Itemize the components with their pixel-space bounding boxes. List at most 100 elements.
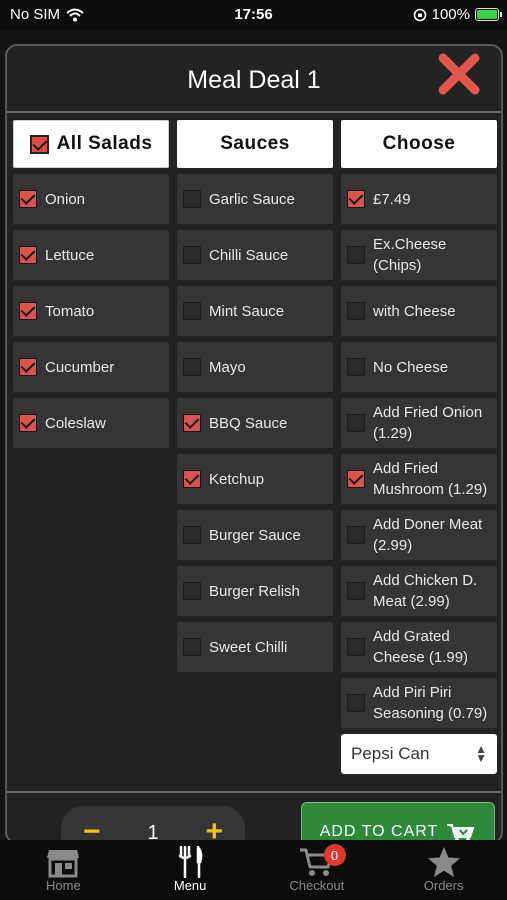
sauces-checkbox[interactable] xyxy=(183,638,201,656)
choose-option-add-doner-meat-2-99[interactable]: Add Doner Meat (2.99) xyxy=(341,510,497,560)
salads-option-label: Lettuce xyxy=(45,246,95,264)
cart-count-badge: 0 xyxy=(323,844,346,866)
choose-option-label: Add Doner Meat (2.99) xyxy=(373,516,483,554)
choose-checkbox[interactable] xyxy=(347,526,365,544)
tab-checkout[interactable]: 0 Checkout xyxy=(254,840,381,900)
choose-checkbox[interactable] xyxy=(347,582,365,600)
choose-checkbox[interactable] xyxy=(347,358,365,376)
salads-option-coleslaw[interactable]: Coleslaw xyxy=(13,398,169,448)
choose-option-label: Add Piri Piri Seasoning (0.79) xyxy=(373,684,488,722)
choose-checkbox[interactable] xyxy=(347,638,365,656)
choose-header-label: Choose xyxy=(382,133,456,154)
status-bar: No SIM 17:56 100% xyxy=(0,0,507,30)
sauces-option-label: Ketchup xyxy=(209,470,265,488)
choose-checkbox[interactable] xyxy=(347,190,365,208)
choose-option-label: No Cheese xyxy=(373,358,449,376)
sauces-checkbox[interactable] xyxy=(183,414,201,432)
sauces-option-label: Burger Relish xyxy=(209,582,300,600)
sauces-checkbox[interactable] xyxy=(183,246,201,264)
sauces-checkbox[interactable] xyxy=(183,190,201,208)
choose-option-add-fried-onion-1-29[interactable]: Add Fried Onion (1.29) xyxy=(341,398,497,448)
salads-option-lettuce[interactable]: Lettuce xyxy=(13,230,169,280)
sauces-option-label: Sweet Chilli xyxy=(209,638,288,656)
sauces-option-burger-relish[interactable]: Burger Relish xyxy=(177,566,333,616)
tab-orders[interactable]: Orders xyxy=(380,840,507,900)
quantity-stepper: − 1 + xyxy=(61,806,245,842)
choose-option-label: Add Grated Cheese (1.99) xyxy=(373,628,469,666)
sauces-option-mayo[interactable]: Mayo xyxy=(177,342,333,392)
salads-option-label: Tomato xyxy=(45,302,95,320)
sauces-option-label: Garlic Sauce xyxy=(209,190,295,208)
choose-option-ex-cheese-chips[interactable]: Ex.Cheese (Chips) xyxy=(341,230,497,280)
salads-checkbox[interactable] xyxy=(19,190,37,208)
sauces-header: Sauces xyxy=(177,120,333,168)
choose-option-no-cheese[interactable]: No Cheese xyxy=(341,342,497,392)
sauces-header-label: Sauces xyxy=(220,133,290,154)
modal-title: Meal Deal 1 xyxy=(187,66,321,94)
select-chevron-icon: ▲ ▼ xyxy=(475,742,487,765)
all-salads-checkbox[interactable] xyxy=(29,134,49,154)
sauces-option-label: Chilli Sauce xyxy=(209,246,289,264)
close-icon[interactable] xyxy=(437,52,481,96)
choose-checkbox[interactable] xyxy=(347,246,365,264)
choose-option-add-fried-mushroom-1-29[interactable]: Add Fried Mushroom (1.29) xyxy=(341,454,497,504)
sauces-option-label: Burger Sauce xyxy=(209,526,301,544)
choose-checkbox[interactable] xyxy=(347,694,365,712)
battery-icon xyxy=(475,8,502,21)
choose-checkbox[interactable] xyxy=(347,470,365,488)
sauces-option-label: Mint Sauce xyxy=(209,302,285,320)
salads-checkbox[interactable] xyxy=(19,358,37,376)
sauces-option-chilli-sauce[interactable]: Chilli Sauce xyxy=(177,230,333,280)
salads-option-tomato[interactable]: Tomato xyxy=(13,286,169,336)
choose-checkbox[interactable] xyxy=(347,302,365,320)
sauces-option-bbq-sauce[interactable]: BBQ Sauce xyxy=(177,398,333,448)
sauces-option-label: BBQ Sauce xyxy=(209,414,288,432)
header-divider xyxy=(7,111,501,113)
footer-divider xyxy=(7,791,501,793)
sauces-option-garlic-sauce[interactable]: Garlic Sauce xyxy=(177,174,333,224)
salads-option-label: Coleslaw xyxy=(45,414,106,432)
sauces-option-burger-sauce[interactable]: Burger Sauce xyxy=(177,510,333,560)
tab-menu-label: Menu xyxy=(173,878,207,893)
orientation-lock-icon xyxy=(413,8,426,21)
choose-checkbox[interactable] xyxy=(347,414,365,432)
sauces-option-sweet-chilli[interactable]: Sweet Chilli xyxy=(177,622,333,672)
meal-deal-modal: Meal Deal 1 All Salads Onion Lettuce Tomat… xyxy=(5,44,503,844)
choose-option-label: Add Fried Onion (1.29) xyxy=(373,404,483,442)
drink-select-value: Pepsi Can xyxy=(351,744,430,763)
choose-option-with-cheese[interactable]: with Cheese xyxy=(341,286,497,336)
sauces-checkbox[interactable] xyxy=(183,302,201,320)
all-salads-label: All Salads xyxy=(56,133,153,154)
add-to-cart-button[interactable]: ADD TO CART xyxy=(301,802,495,842)
salads-checkbox[interactable] xyxy=(19,246,37,264)
sauces-checkbox[interactable] xyxy=(183,358,201,376)
sauces-option-mint-sauce[interactable]: Mint Sauce xyxy=(177,286,333,336)
choose-option-add-piri-piri-seasoning-0-79[interactable]: Add Piri Piri Seasoning (0.79) xyxy=(341,678,497,728)
choose-option-label: with Cheese xyxy=(373,302,456,320)
tab-orders-label: Orders xyxy=(423,878,464,893)
choose-option-add-grated-cheese-1-99[interactable]: Add Grated Cheese (1.99) xyxy=(341,622,497,672)
sauces-checkbox[interactable] xyxy=(183,470,201,488)
salads-checkbox[interactable] xyxy=(19,302,37,320)
battery-percent: 100% xyxy=(431,6,470,23)
salad-list: Onion Lettuce Tomato Cucumber Coleslaw xyxy=(13,174,169,448)
sauces-checkbox[interactable] xyxy=(183,526,201,544)
tab-home-label: Home xyxy=(46,878,81,893)
choose-option-label: Ex.Cheese (Chips) xyxy=(373,236,447,274)
salads-column: All Salads Onion Lettuce Tomato Cucumber Col… xyxy=(13,120,169,454)
choose-option-label: Add Fried Mushroom (1.29) xyxy=(373,460,488,498)
salads-option-cucumber[interactable]: Cucumber xyxy=(13,342,169,392)
tab-home[interactable]: Home xyxy=(0,840,127,900)
tab-bar: Home Menu 0 Checkout Orders xyxy=(0,840,507,900)
salads-checkbox[interactable] xyxy=(19,414,37,432)
sauces-option-ketchup[interactable]: Ketchup xyxy=(177,454,333,504)
choose-option-label: £7.49 xyxy=(373,190,411,208)
choose-option-7-49[interactable]: £7.49 xyxy=(341,174,497,224)
sauces-checkbox[interactable] xyxy=(183,582,201,600)
drink-select[interactable]: Pepsi Can ▲ ▼ xyxy=(341,734,497,774)
all-salads-toggle[interactable]: All Salads xyxy=(13,120,169,168)
choose-option-add-chicken-d-meat-2-99[interactable]: Add Chicken D. Meat (2.99) xyxy=(341,566,497,616)
salads-option-onion[interactable]: Onion xyxy=(13,174,169,224)
tab-menu[interactable]: Menu xyxy=(127,840,254,900)
tab-checkout-label: Checkout xyxy=(289,878,345,893)
